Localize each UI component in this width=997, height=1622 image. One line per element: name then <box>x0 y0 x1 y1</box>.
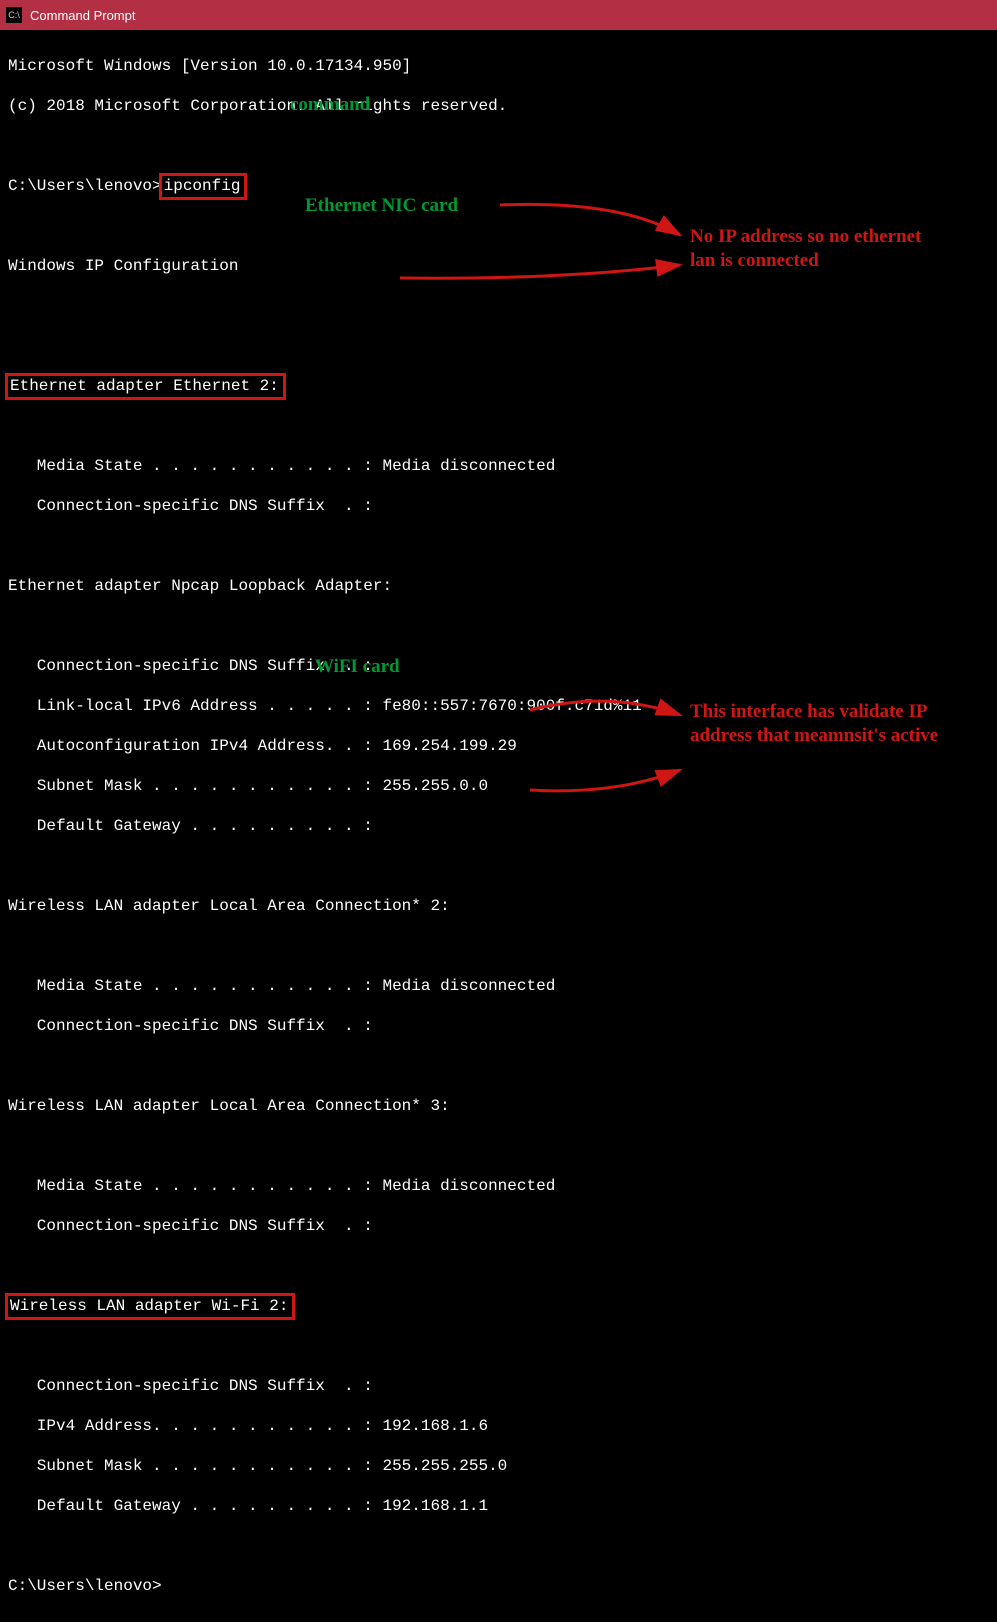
lac3-dns: Connection-specific DNS Suffix . : <box>8 1216 989 1236</box>
copyright-line: (c) 2018 Microsoft Corporation. All righ… <box>8 96 989 116</box>
adapter-lac3-title: Wireless LAN adapter Local Area Connecti… <box>8 1096 989 1116</box>
wifi2-mask: Subnet Mask . . . . . . . . . . . : 255.… <box>8 1456 989 1476</box>
eth2-dns: Connection-specific DNS Suffix . : <box>8 496 989 516</box>
npcap-gw: Default Gateway . . . . . . . . . : <box>8 816 989 836</box>
adapter-eth2-title: Ethernet adapter Ethernet 2: <box>8 376 989 396</box>
wifi2-highlight: Wireless LAN adapter Wi-Fi 2: <box>5 1293 295 1320</box>
annotation-valid-ip: This interface has validate IP address t… <box>690 700 950 748</box>
lac2-media-state: Media State . . . . . . . . . . . : Medi… <box>8 976 989 996</box>
cmd-icon: C:\ <box>6 7 22 23</box>
prompt-line-1: C:\Users\lenovo>ipconfig <box>8 176 989 196</box>
annotation-eth-nic: Ethernet NIC card <box>305 194 458 218</box>
lac2-dns: Connection-specific DNS Suffix . : <box>8 1016 989 1036</box>
lac3-media-state: Media State . . . . . . . . . . . : Medi… <box>8 1176 989 1196</box>
prompt-path: C:\Users\lenovo> <box>8 177 162 195</box>
eth2-media-state: Media State . . . . . . . . . . . : Medi… <box>8 456 989 476</box>
adapter-wifi2-title: Wireless LAN adapter Wi-Fi 2: <box>8 1296 989 1316</box>
wifi2-title-text: Wireless LAN adapter Wi-Fi 2: <box>10 1297 288 1315</box>
wifi2-gw: Default Gateway . . . . . . . . . : 192.… <box>8 1496 989 1516</box>
annotation-no-ip: No IP address so no ethernet lan is conn… <box>690 225 950 273</box>
wifi2-dns: Connection-specific DNS Suffix . : <box>8 1376 989 1396</box>
eth2-title-text: Ethernet adapter Ethernet 2: <box>10 377 279 395</box>
wifi2-ipv4: IPv4 Address. . . . . . . . . . . : 192.… <box>8 1416 989 1436</box>
annotation-command: command <box>290 93 370 117</box>
window-titlebar[interactable]: C:\ Command Prompt <box>0 0 997 30</box>
npcap-dns: Connection-specific DNS Suffix . : <box>8 656 989 676</box>
prompt-line-2: C:\Users\lenovo> <box>8 1576 989 1596</box>
npcap-mask: Subnet Mask . . . . . . . . . . . : 255.… <box>8 776 989 796</box>
annotation-wifi-card: WiFI card <box>315 655 400 679</box>
command-highlight: ipconfig <box>159 173 248 200</box>
eth2-highlight: Ethernet adapter Ethernet 2: <box>5 373 286 400</box>
adapter-npcap-title: Ethernet adapter Npcap Loopback Adapter: <box>8 576 989 596</box>
adapter-lac2-title: Wireless LAN adapter Local Area Connecti… <box>8 896 989 916</box>
command-text: ipconfig <box>164 177 241 195</box>
version-line: Microsoft Windows [Version 10.0.17134.95… <box>8 56 989 76</box>
window-title: Command Prompt <box>30 8 135 23</box>
